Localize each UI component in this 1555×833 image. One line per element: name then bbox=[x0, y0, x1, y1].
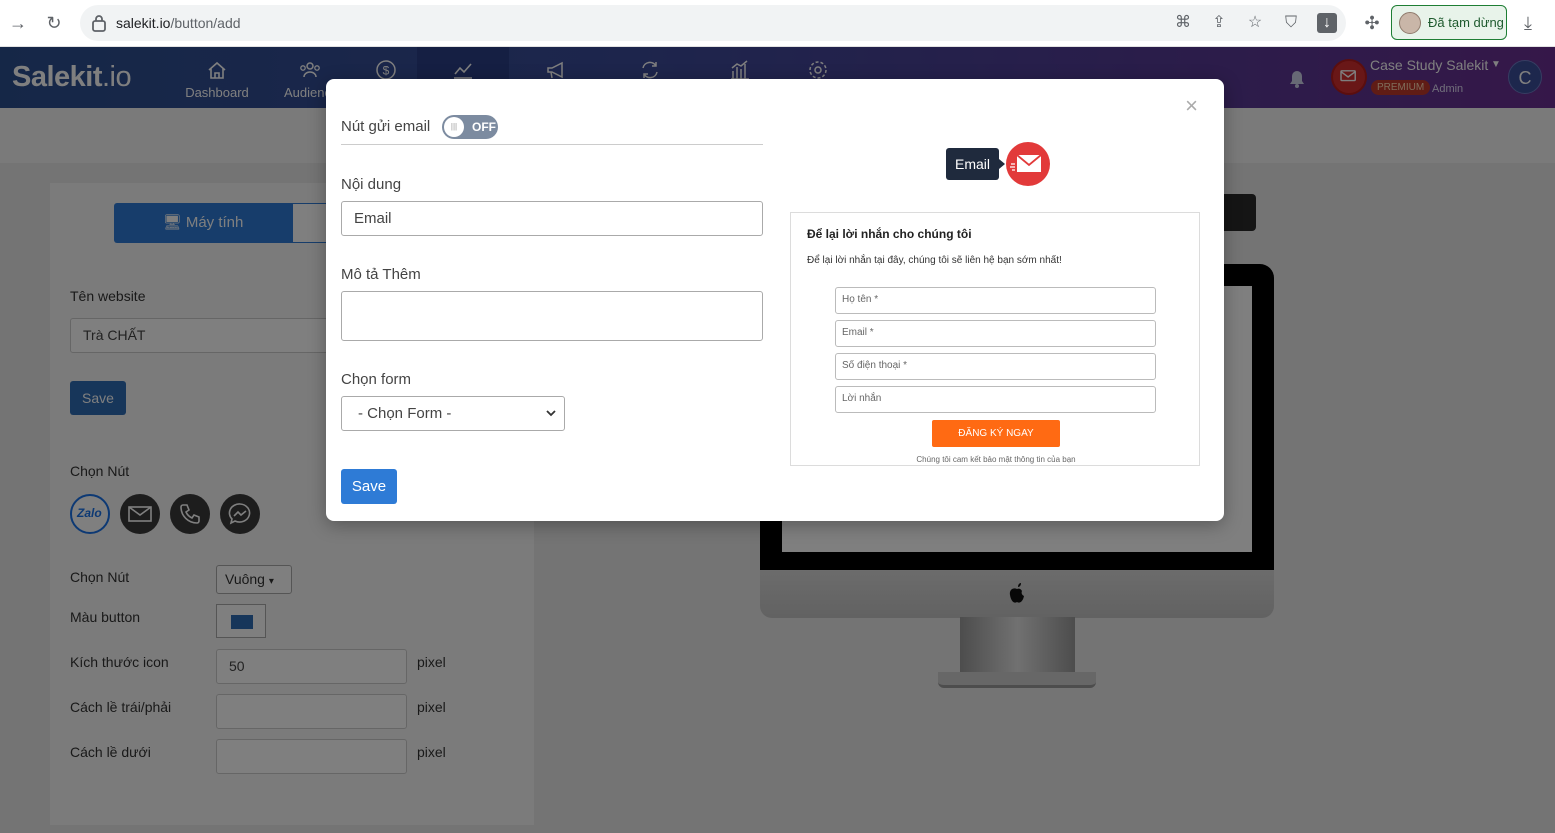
url-text: salekit.io/button/add bbox=[116, 15, 241, 31]
form-label: Chọn form bbox=[341, 371, 412, 388]
form-select-value: - Chọn Form - bbox=[358, 405, 452, 422]
email-toggle-label: Nút gửi email bbox=[341, 118, 431, 135]
reload-icon[interactable]: ↻ bbox=[43, 12, 65, 34]
close-icon[interactable]: × bbox=[1185, 95, 1198, 117]
lock-icon bbox=[92, 15, 106, 32]
toggle-state: OFF bbox=[472, 120, 496, 134]
name-field: Họ tên * bbox=[835, 287, 1156, 314]
url-path: /button/add bbox=[170, 15, 241, 31]
divider bbox=[341, 144, 763, 145]
translate-icon[interactable]: ⌘ bbox=[1173, 13, 1193, 33]
email-button-modal: × Nút gửi email ||| OFF Nội dung Email M… bbox=[326, 79, 1224, 521]
profile-button[interactable]: Đã tạm dừng bbox=[1391, 5, 1507, 40]
contact-form-preview: Để lại lời nhắn cho chúng tôi Để lại lời… bbox=[790, 212, 1200, 466]
email-toggle[interactable]: ||| OFF bbox=[442, 115, 498, 139]
forward-icon[interactable]: → bbox=[7, 12, 29, 34]
address-bar[interactable]: salekit.io/button/add ⌘ ⇪ ☆ ⛉ ↓ bbox=[80, 5, 1346, 41]
form-subtitle: Để lại lời nhắn tại đây, chúng tôi sẽ li… bbox=[807, 255, 1062, 266]
content-input[interactable]: Email bbox=[341, 201, 763, 236]
description-textarea[interactable] bbox=[341, 291, 763, 341]
shield-icon[interactable]: ⛉ bbox=[1281, 13, 1301, 33]
browser-toolbar: → ↻ salekit.io/button/add ⌘ ⇪ ☆ ⛉ ↓ ✣ Đã… bbox=[0, 0, 1555, 47]
email-button-preview-icon bbox=[1006, 142, 1050, 186]
phone-field: Số điện thoại * bbox=[835, 353, 1156, 380]
modal-save-button[interactable]: Save bbox=[341, 469, 397, 504]
form-title: Để lại lời nhắn cho chúng tôi bbox=[807, 227, 972, 241]
description-label: Mô tả Thêm bbox=[341, 266, 421, 283]
extensions-icon[interactable]: ✣ bbox=[1361, 12, 1383, 34]
email-field: Email * bbox=[835, 320, 1156, 347]
star-icon[interactable]: ☆ bbox=[1245, 13, 1265, 33]
register-button: ĐĂNG KÝ NGAY bbox=[932, 420, 1060, 447]
message-field: Lời nhắn bbox=[835, 386, 1156, 413]
downloads-icon[interactable]: ⤓ bbox=[1517, 12, 1539, 34]
download-box-icon[interactable]: ↓ bbox=[1317, 13, 1337, 33]
share-icon[interactable]: ⇪ bbox=[1209, 13, 1229, 33]
chevron-down-icon bbox=[546, 410, 556, 417]
toggle-knob: ||| bbox=[444, 117, 464, 137]
privacy-note: Chúng tôi cam kết bảo mật thông tin của … bbox=[916, 455, 1076, 464]
url-domain: salekit.io bbox=[116, 15, 171, 31]
content-label: Nội dung bbox=[341, 176, 402, 193]
profile-label: Đã tạm dừng bbox=[1428, 15, 1504, 30]
profile-avatar bbox=[1399, 12, 1421, 34]
email-tooltip: Email bbox=[946, 148, 1006, 180]
form-select[interactable]: - Chọn Form - bbox=[341, 396, 565, 431]
